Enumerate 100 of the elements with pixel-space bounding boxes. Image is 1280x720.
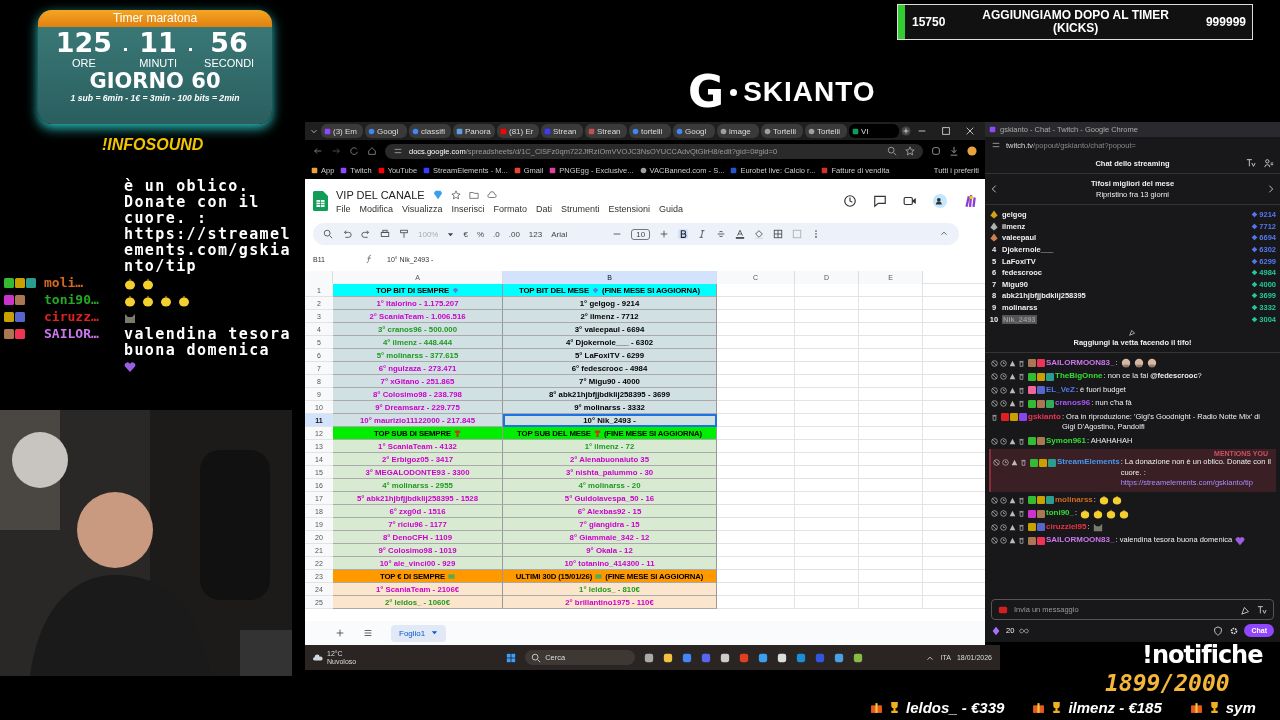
trash-icon[interactable]	[991, 413, 998, 421]
browser-tab[interactable]: Strean	[585, 124, 627, 138]
settings-icon[interactable]	[1229, 625, 1240, 636]
trash-icon[interactable]	[1020, 459, 1027, 467]
browser-tab[interactable]: Strean	[541, 124, 583, 138]
video-call-icon[interactable]	[903, 194, 917, 208]
font-size-field[interactable]: 10	[631, 228, 651, 240]
trash-icon[interactable]	[1018, 373, 1025, 381]
moderation-icons[interactable]	[991, 496, 1025, 504]
chat-username[interactable]: toni90_	[1046, 508, 1074, 519]
ban-icon[interactable]	[991, 386, 998, 394]
trash-icon[interactable]	[1018, 386, 1025, 394]
clock-icon[interactable]	[1002, 459, 1009, 467]
trash-icon[interactable]	[1018, 523, 1025, 531]
star-icon[interactable]	[450, 189, 461, 200]
download-icon[interactable]	[949, 146, 959, 156]
moderation-icons[interactable]	[993, 459, 1027, 467]
clock-icon[interactable]	[1000, 400, 1007, 408]
trash-icon[interactable]	[1018, 400, 1025, 408]
trash-icon[interactable]	[1018, 437, 1025, 445]
merge-cells-icon[interactable]	[792, 229, 803, 239]
moderation-icons[interactable]	[991, 537, 1025, 545]
moderation-icons[interactable]	[991, 400, 1025, 408]
ban-icon[interactable]	[991, 510, 998, 518]
paint-format-icon[interactable]	[399, 229, 409, 239]
zoom-icon[interactable]	[887, 146, 897, 156]
moderation-icons[interactable]	[991, 359, 1025, 367]
text-color-icon[interactable]	[735, 229, 746, 239]
menu-item[interactable]: Formato	[493, 203, 527, 214]
format-button[interactable]: €	[463, 229, 468, 239]
share-person-icon[interactable]	[933, 194, 947, 208]
chat-username[interactable]: TheBigOnne	[1055, 371, 1103, 382]
clock-icon[interactable]	[1000, 386, 1007, 394]
browser-tab[interactable]: classifi	[409, 124, 451, 138]
app-icon[interactable]	[777, 652, 788, 663]
new-tab-icon[interactable]	[901, 126, 911, 136]
menu-item[interactable]: Modifica	[359, 203, 394, 214]
chat-username[interactable]: StreamElements	[1057, 457, 1120, 468]
party-popper-icon[interactable]	[1241, 604, 1251, 615]
italic-icon[interactable]	[697, 229, 708, 239]
clock-icon[interactable]	[1000, 523, 1007, 531]
chat-username[interactable]: cranos96	[1055, 398, 1091, 409]
browser-tab[interactable]: Panora	[453, 124, 495, 138]
browser-tab[interactable]: Googl	[365, 124, 407, 138]
weather-cloud-icon[interactable]	[313, 652, 323, 663]
app-icon[interactable]	[758, 652, 769, 663]
next-icon[interactable]	[1266, 184, 1276, 194]
trash-icon[interactable]	[1018, 510, 1025, 518]
users-icon[interactable]	[1264, 158, 1274, 168]
format-button[interactable]: 123	[528, 229, 543, 239]
ban-icon[interactable]	[991, 437, 998, 445]
app-icon[interactable]	[834, 652, 845, 663]
browser-tab[interactable]: tortelli	[629, 124, 671, 138]
browser-tab[interactable]: (81) Er	[497, 124, 539, 138]
ban-icon[interactable]	[991, 537, 998, 545]
borders-icon[interactable]	[773, 229, 784, 239]
trash-icon[interactable]	[1018, 496, 1025, 504]
trash-icon[interactable]	[1018, 359, 1025, 367]
format-button[interactable]: .0	[493, 229, 500, 239]
moderation-icons[interactable]	[991, 437, 1025, 445]
add-sheet-icon[interactable]	[335, 628, 345, 638]
menu-item[interactable]: Strumenti	[560, 203, 600, 214]
strikethrough-icon[interactable]	[716, 229, 727, 239]
ban-icon[interactable]	[991, 496, 998, 504]
menu-item[interactable]: Guida	[659, 203, 683, 214]
app-icon[interactable]	[853, 652, 864, 663]
redo-icon[interactable]	[361, 229, 371, 239]
menu-item[interactable]: File	[336, 203, 351, 214]
browser-tab[interactable]: Tortelli	[761, 124, 803, 138]
browser-tab[interactable]: (3) Em	[321, 124, 363, 138]
warning-icon[interactable]	[1009, 437, 1016, 445]
translate-icon[interactable]	[1257, 604, 1267, 615]
start-icon[interactable]	[506, 652, 517, 663]
shield-icon[interactable]	[1213, 625, 1224, 636]
trash-icon[interactable]	[1018, 537, 1025, 545]
diamond-icon[interactable]	[432, 189, 443, 200]
ban-icon[interactable]	[991, 523, 998, 531]
profile-icon[interactable]	[967, 146, 977, 156]
chat-username[interactable]: Symon961	[1046, 435, 1087, 447]
bold-icon[interactable]	[678, 229, 689, 239]
ban-icon[interactable]	[993, 459, 1000, 467]
warning-icon[interactable]	[1011, 459, 1018, 467]
format-button[interactable]: %	[476, 229, 485, 239]
clock-icon[interactable]	[1000, 510, 1007, 518]
maximize-icon[interactable]	[941, 126, 951, 136]
comment-icon[interactable]	[873, 194, 887, 208]
history-icon[interactable]	[843, 194, 857, 208]
app-icon[interactable]	[644, 652, 655, 663]
cloud-icon[interactable]	[486, 189, 497, 200]
menu-item[interactable]: Visualizza	[402, 203, 443, 214]
browser-tab[interactable]: Googl	[673, 124, 715, 138]
star-icon[interactable]	[905, 146, 915, 156]
ban-icon[interactable]	[991, 400, 998, 408]
caret-icon[interactable]	[447, 230, 455, 238]
search-icon[interactable]	[531, 652, 542, 663]
sheet-tab[interactable]: Foglio1	[391, 624, 447, 642]
app-icon[interactable]	[663, 652, 674, 663]
clock-icon[interactable]	[1000, 359, 1007, 367]
caret-icon[interactable]	[431, 628, 439, 636]
app-icon[interactable]	[720, 652, 731, 663]
